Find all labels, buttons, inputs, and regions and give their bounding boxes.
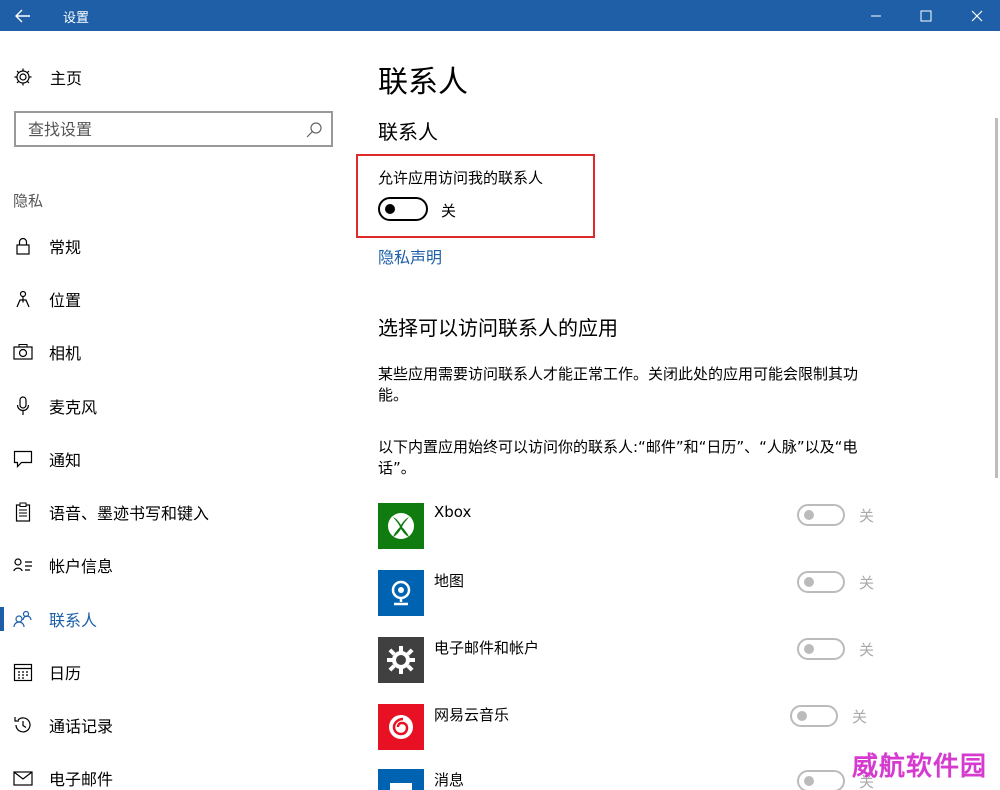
- microphone-icon: [12, 395, 34, 417]
- sidebar-item-label: 帐户信息: [49, 557, 114, 576]
- gear-icon: [12, 66, 34, 88]
- privacy-statement-link[interactable]: 隐私声明: [378, 244, 442, 268]
- allow-contacts-toggle[interactable]: [378, 197, 428, 221]
- home-label: 主页: [50, 69, 83, 88]
- app-toggle-maps[interactable]: [797, 571, 845, 593]
- sidebar-item-label: 联系人: [49, 611, 98, 630]
- messaging-icon: [378, 769, 424, 790]
- back-arrow-icon: [15, 9, 30, 22]
- sidebar-item-location[interactable]: 位置: [0, 279, 345, 319]
- toggle-knob: [804, 577, 814, 587]
- sidebar-item-general[interactable]: 常规: [0, 226, 345, 266]
- sidebar-item-label: 语音、墨迹书写和键入: [49, 504, 210, 523]
- app-name: 电子邮件和帐户: [434, 639, 540, 657]
- toggle-knob: [797, 711, 807, 721]
- settings-gear-icon: [378, 637, 424, 683]
- app-name: Xbox: [434, 503, 472, 521]
- app-name: 地图: [434, 572, 465, 590]
- app-toggle-state: 关: [859, 507, 875, 525]
- search-input[interactable]: [16, 114, 296, 144]
- minimize-icon: [871, 15, 881, 16]
- toggle-knob: [804, 644, 814, 654]
- sidebar-item-account-info[interactable]: 帐户信息: [0, 545, 345, 585]
- app-toggle-messaging[interactable]: [797, 770, 845, 790]
- toggle-knob: [804, 776, 814, 786]
- sidebar-item-notifications[interactable]: 通知: [0, 439, 345, 479]
- sidebar-item-label: 麦克风: [49, 398, 98, 417]
- call-history-icon: [12, 714, 34, 736]
- app-name: 网易云音乐: [434, 706, 510, 724]
- mail-icon: [12, 767, 34, 789]
- lock-icon: [12, 235, 34, 257]
- xbox-icon: [378, 503, 424, 549]
- minimize-button[interactable]: [853, 0, 899, 31]
- apps-description: 某些应用需要访问联系人才能正常工作。关闭此处的应用可能会限制其功能。: [378, 365, 859, 404]
- app-toggle-state: 关: [859, 574, 875, 592]
- app-toggle-xbox[interactable]: [797, 504, 845, 526]
- back-button[interactable]: [0, 0, 46, 31]
- scrollbar[interactable]: [995, 118, 998, 478]
- toggle-knob: [804, 510, 814, 520]
- sidebar-item-label: 位置: [49, 291, 82, 310]
- notification-icon: [12, 448, 34, 470]
- app-toggle-state: 关: [859, 641, 875, 659]
- watermark-text: 威航软件园: [852, 752, 988, 782]
- sidebar-item-speech-inking-typing[interactable]: 语音、墨迹书写和键入: [0, 492, 345, 532]
- app-name: 消息: [434, 771, 465, 789]
- contacts-icon: [12, 608, 34, 630]
- close-icon: [971, 10, 983, 21]
- page-title: 联系人: [378, 65, 468, 100]
- allow-contacts-state: 关: [441, 202, 457, 220]
- sidebar-item-label: 通知: [49, 451, 82, 470]
- home-nav-item[interactable]: 主页: [12, 64, 82, 90]
- search-icon[interactable]: [305, 121, 323, 139]
- title-bar: 设置: [0, 0, 1000, 31]
- app-row-messaging: 消息 关: [378, 769, 898, 790]
- search-box[interactable]: [14, 111, 333, 147]
- netease-music-icon: [378, 704, 424, 750]
- camera-icon: [12, 341, 34, 363]
- app-row-xbox: Xbox 关: [378, 503, 898, 549]
- sidebar-item-label: 通话记录: [49, 717, 114, 736]
- maps-icon: [378, 570, 424, 616]
- app-row-maps: 地图 关: [378, 570, 898, 616]
- allow-contacts-label: 允许应用访问我的联系人: [378, 169, 544, 187]
- sidebar-item-microphone[interactable]: 麦克风: [0, 386, 345, 426]
- close-button[interactable]: [954, 0, 1000, 31]
- toggle-knob: [385, 204, 395, 214]
- app-toggle-state: 关: [852, 708, 868, 726]
- sidebar-item-calendar[interactable]: 日历: [0, 652, 345, 692]
- sidebar-item-label: 电子邮件: [49, 770, 114, 789]
- sidebar-item-label: 日历: [49, 664, 82, 683]
- app-row-mail-accounts: 电子邮件和帐户 关: [378, 637, 898, 683]
- app-toggle-netease-music[interactable]: [790, 705, 838, 727]
- sidebar-item-camera[interactable]: 相机: [0, 332, 345, 372]
- location-icon: [12, 288, 34, 310]
- app-row-netease-music: 网易云音乐 关: [378, 704, 898, 750]
- app-toggle-mail-accounts[interactable]: [797, 638, 845, 660]
- sidebar-item-email[interactable]: 电子邮件: [0, 758, 345, 790]
- clipboard-icon: [12, 501, 34, 523]
- account-info-icon: [12, 554, 34, 576]
- active-indicator: [0, 607, 4, 631]
- sidebar-item-label: 常规: [49, 238, 82, 257]
- privacy-section-label: 隐私: [13, 192, 44, 210]
- builtin-apps-description: 以下内置应用始终可以访问你的联系人:“邮件”和“日历”、“人脉”以及“电话”。: [378, 438, 858, 477]
- choose-apps-title: 选择可以访问联系人的应用: [378, 316, 618, 340]
- sidebar-item-call-history[interactable]: 通话记录: [0, 705, 345, 745]
- maximize-button[interactable]: [903, 0, 949, 31]
- window-title: 设置: [63, 11, 90, 26]
- sidebar-item-contacts[interactable]: 联系人: [0, 599, 345, 639]
- section-title: 联系人: [378, 120, 438, 144]
- maximize-icon: [920, 10, 932, 21]
- sidebar-item-label: 相机: [49, 344, 82, 363]
- calendar-icon: [12, 661, 34, 683]
